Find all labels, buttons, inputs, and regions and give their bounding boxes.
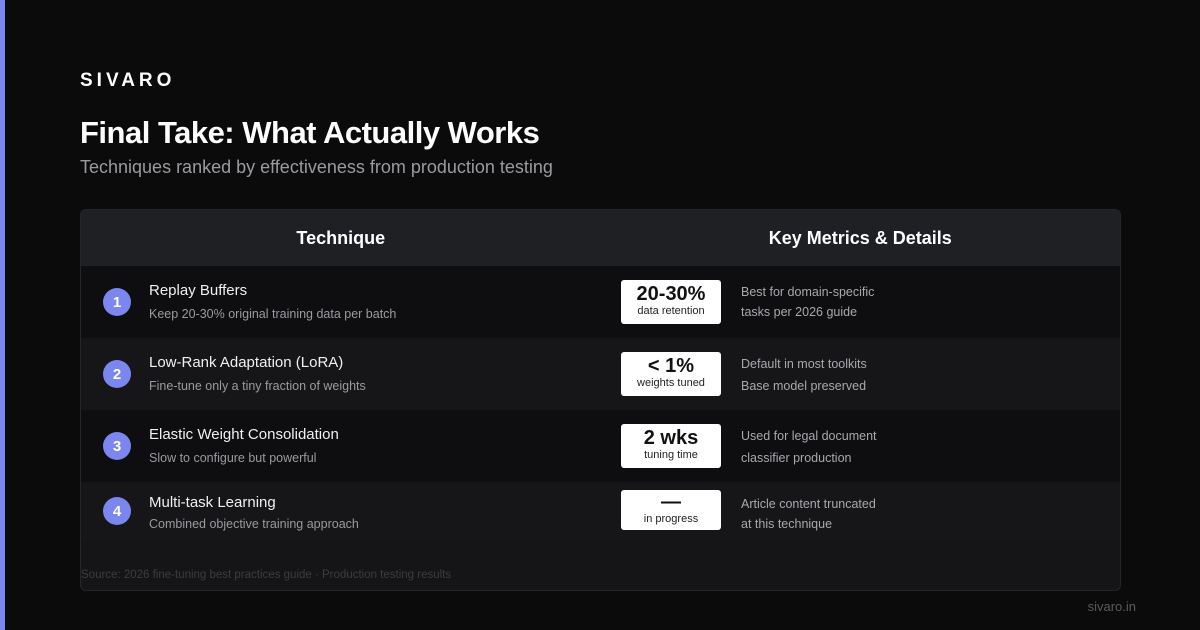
rank-badge: 2 <box>103 360 131 388</box>
metric-detail: Best for domain-specific tasks per 2026 … <box>741 282 1001 322</box>
metric-detail: Used for legal document classifier produ… <box>741 426 1001 468</box>
metric-label: in progress <box>643 513 699 525</box>
table-row: 2 Low-Rank Adaptation (LoRA) Fine-tune o… <box>81 338 1120 410</box>
rank-badge: 4 <box>103 497 131 525</box>
technique-name: Replay Buffers <box>149 282 248 299</box>
rank-badge: 1 <box>103 288 131 316</box>
detail-line: Used for legal document <box>741 429 877 443</box>
metric-badge: 20-30% data retention <box>621 280 721 324</box>
technique-description: Combined objective training approach <box>149 517 359 531</box>
metric-badge: 2 wks tuning time <box>621 424 721 468</box>
metric-badge: < 1% weights tuned <box>621 352 721 396</box>
detail-line: Base model preserved <box>741 379 867 393</box>
metric-badge: — in progress <box>621 490 721 530</box>
technique-description: Keep 20-30% original training data per b… <box>149 307 397 321</box>
detail-line: Best for domain-specific <box>741 285 875 299</box>
header-metrics: Key Metrics & Details <box>768 227 952 248</box>
technique-name: Low-Rank Adaptation (LoRA) <box>149 354 344 371</box>
metric-detail: Default in most toolkits Base model pres… <box>741 354 1001 396</box>
table-row: 4 Multi-task Learning Combined objective… <box>81 482 1120 540</box>
metric-value: 20-30% <box>636 283 706 305</box>
metric-label: weights tuned <box>637 377 705 389</box>
technique-name: Elastic Weight Consolidation <box>149 426 339 443</box>
accent-bar <box>0 0 5 630</box>
technique-description: Slow to configure but powerful <box>149 451 317 465</box>
metric-detail: Article content truncated at this techni… <box>741 494 1001 534</box>
metric-value: — <box>661 491 681 513</box>
technique-name: Multi-task Learning <box>149 494 276 511</box>
table-row: 3 Elastic Weight Consolidation Slow to c… <box>81 410 1120 482</box>
technique-description: Fine-tune only a tiny fraction of weight… <box>149 379 366 393</box>
table-row: 1 Replay Buffers Keep 20-30% original tr… <box>81 266 1120 338</box>
metric-label: data retention <box>637 305 705 317</box>
page-title: Final Take: What Actually Works <box>80 115 540 150</box>
metric-value: 2 wks <box>643 427 699 449</box>
footer-url: sivaro.in <box>1087 599 1136 614</box>
brand-logo: SIVARO <box>80 70 176 91</box>
source-note: Source: 2026 fine-tuning best practices … <box>81 569 452 581</box>
metric-label: tuning time <box>644 449 698 461</box>
metric-value: < 1% <box>647 355 695 377</box>
detail-line: Article content truncated <box>741 497 876 511</box>
detail-line: at this technique <box>741 517 833 531</box>
header-technique: Technique <box>296 227 386 248</box>
table-header: Technique Key Metrics & Details <box>81 210 1120 266</box>
detail-line: Default in most toolkits <box>741 357 867 371</box>
page-subtitle: Techniques ranked by effectiveness from … <box>80 157 553 177</box>
detail-line: classifier production <box>741 451 852 465</box>
rank-badge: 3 <box>103 432 131 460</box>
techniques-table: Technique Key Metrics & Details 1 Replay… <box>80 209 1121 591</box>
detail-line: tasks per 2026 guide <box>741 305 858 319</box>
